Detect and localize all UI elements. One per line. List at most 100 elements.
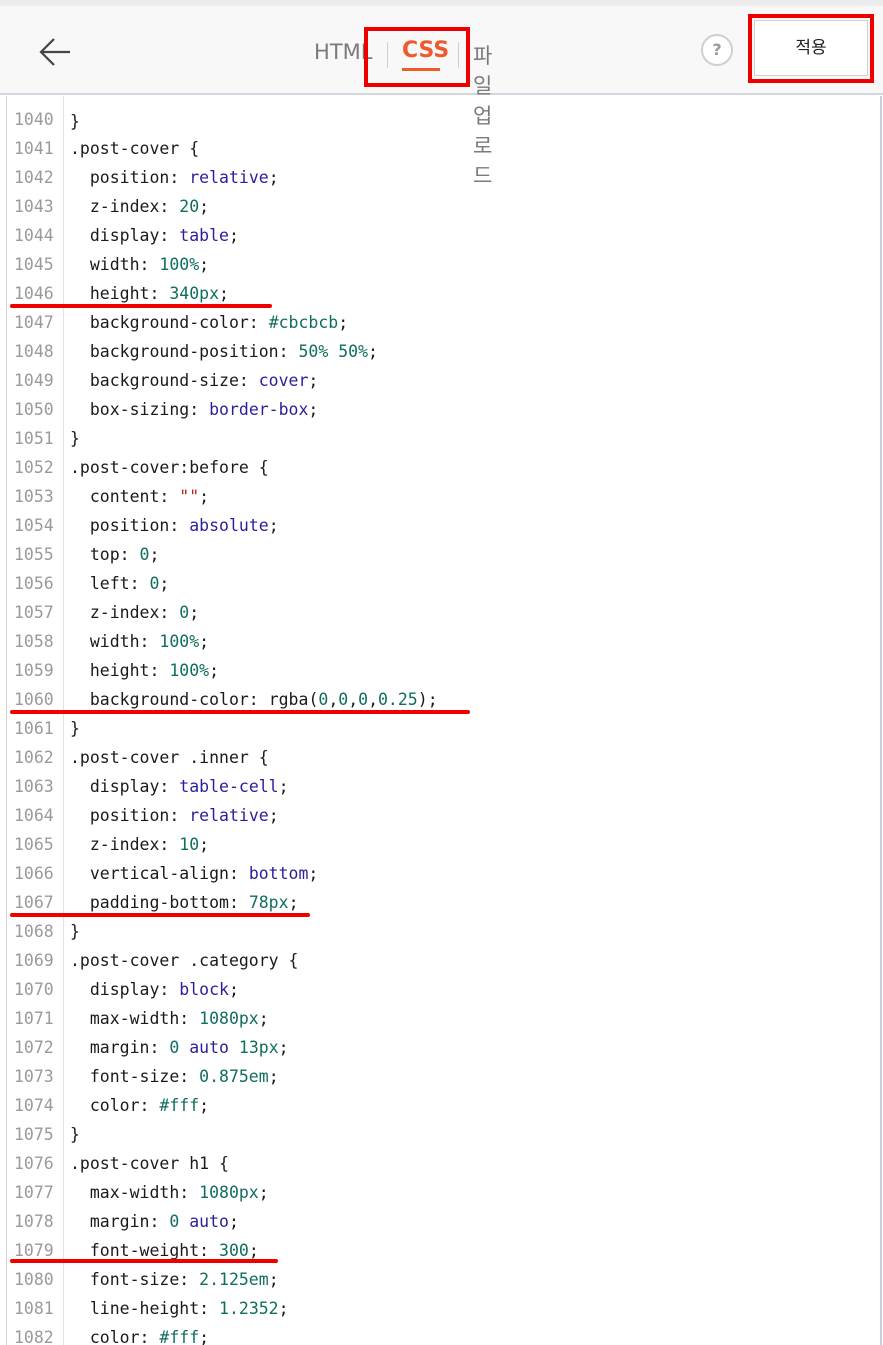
code-line: 1045 width: 100%; [7, 250, 877, 279]
line-number: 1046 [14, 284, 54, 303]
code-text: width: 100%; [70, 255, 210, 274]
tab-divider [458, 42, 459, 68]
line-number: 1048 [14, 342, 54, 361]
code-text: left: 0; [70, 574, 170, 593]
apply-button[interactable]: 적용 [754, 20, 868, 76]
code-text: height: 340px; [70, 284, 229, 303]
code-line: 1082 color: #fff; [7, 1323, 877, 1345]
code-text: font-size: 0.875em; [70, 1067, 279, 1086]
line-number: 1059 [14, 661, 54, 680]
line-number: 1054 [14, 516, 54, 535]
code-text: position: relative; [70, 168, 279, 187]
code-line: 1077 max-width: 1080px; [7, 1178, 877, 1207]
line-number: 1067 [14, 893, 54, 912]
line-number: 1063 [14, 777, 54, 796]
code-line: 1080 font-size: 2.125em; [7, 1265, 877, 1294]
code-line: 1076 .post-cover h1 { [7, 1149, 877, 1178]
code-text: .post-cover .inner { [70, 748, 269, 767]
code-line: 1053 content: ""; [7, 482, 877, 511]
code-line: 1068} [7, 917, 877, 946]
code-line: 1055 top: 0; [7, 540, 877, 569]
code-line: 1058 width: 100%; [7, 627, 877, 656]
code-line: 1079 font-weight: 300; [7, 1236, 877, 1265]
code-text: max-width: 1080px; [70, 1183, 269, 1202]
line-number: 1061 [14, 719, 54, 738]
code-line: 1070 display: block; [7, 975, 877, 1004]
code-text: padding-bottom: 78px; [70, 893, 299, 912]
line-number: 1079 [14, 1241, 54, 1260]
code-text: z-index: 10; [70, 835, 210, 854]
line-number: 1055 [14, 545, 54, 564]
line-number: 1068 [14, 922, 54, 941]
code-text: line-height: 1.2352; [70, 1299, 289, 1318]
code-text: height: 100%; [70, 661, 220, 680]
code-line: 1067 padding-bottom: 78px; [7, 888, 877, 917]
code-text: position: absolute; [70, 516, 279, 535]
code-line: 1057 z-index: 0; [7, 598, 877, 627]
code-text: } [70, 429, 80, 448]
code-text: content: ""; [70, 487, 210, 506]
code-line: 1044 display: table; [7, 221, 877, 250]
line-number: 1071 [14, 1009, 54, 1028]
line-number: 1060 [14, 690, 54, 709]
line-number: 1070 [14, 980, 54, 999]
code-text: position: relative; [70, 806, 279, 825]
line-number: 1057 [14, 603, 54, 622]
code-line: 1060 background-color: rgba(0,0,0,0.25); [7, 685, 877, 714]
line-number: 1072 [14, 1038, 54, 1057]
code-text: } [70, 922, 80, 941]
line-number: 1064 [14, 806, 54, 825]
back-arrow-icon[interactable] [34, 30, 78, 74]
code-text: color: #fff; [70, 1328, 210, 1345]
code-text: .post-cover h1 { [70, 1154, 229, 1173]
line-number: 1062 [14, 748, 54, 767]
code-text: top: 0; [70, 545, 160, 564]
tab-html[interactable]: HTML [314, 40, 372, 64]
code-line: 1071 max-width: 1080px; [7, 1004, 877, 1033]
code-text: font-size: 2.125em; [70, 1270, 279, 1289]
code-line: 1048 background-position: 50% 50%; [7, 337, 877, 366]
css-code-editor[interactable]: } 1040 1041 .post-cover {1042 position: re… [6, 96, 882, 1345]
code-text: font-weight: 300; [70, 1241, 259, 1260]
active-tab-indicator [402, 68, 440, 71]
line-number: 1076 [14, 1154, 54, 1173]
code-line: 1049 background-size: cover; [7, 366, 877, 395]
code-text: z-index: 20; [70, 197, 210, 216]
line-number: 1074 [14, 1096, 54, 1115]
code-text: .post-cover .category { [70, 951, 299, 970]
line-number: 1056 [14, 574, 54, 593]
line-number: 1047 [14, 313, 54, 332]
code-line: 1075} [7, 1120, 877, 1149]
line-number: 1058 [14, 632, 54, 651]
code-line: 1064 position: relative; [7, 801, 877, 830]
code-text: z-index: 0; [70, 603, 200, 622]
line-number: 1081 [14, 1299, 54, 1318]
toolbar-top-edge [0, 0, 883, 6]
code-text: background-color: #cbcbcb; [70, 313, 349, 332]
line-number: 1073 [14, 1067, 54, 1086]
line-number: 1065 [14, 835, 54, 854]
code-line: 1051} [7, 424, 877, 453]
code-line: 1046 height: 340px; [7, 279, 877, 308]
code-text: color: #fff; [70, 1096, 210, 1115]
code-line: 1069 .post-cover .category { [7, 946, 877, 975]
code-line: 1066 vertical-align: bottom; [7, 859, 877, 888]
help-icon[interactable]: ? [701, 34, 733, 66]
line-number: 1066 [14, 864, 54, 883]
code-text: vertical-align: bottom; [70, 864, 319, 883]
line-number: 1053 [14, 487, 54, 506]
code-text: margin: 0 auto; [70, 1212, 239, 1231]
code-text: background-size: cover; [70, 371, 319, 390]
code-line: 1074 color: #fff; [7, 1091, 877, 1120]
line-number: 1050 [14, 400, 54, 419]
code-line: 1072 margin: 0 auto 13px; [7, 1033, 877, 1062]
code-text: } [70, 1125, 80, 1144]
line-number: 1078 [14, 1212, 54, 1231]
tab-css[interactable]: CSS [402, 38, 449, 63]
code-text: width: 100%; [70, 632, 210, 651]
line-number: 1082 [14, 1328, 54, 1345]
line-number: 1080 [14, 1270, 54, 1289]
line-number: 1049 [14, 371, 54, 390]
line-number: 1077 [14, 1183, 54, 1202]
code-text: background-position: 50% 50%; [70, 342, 378, 361]
